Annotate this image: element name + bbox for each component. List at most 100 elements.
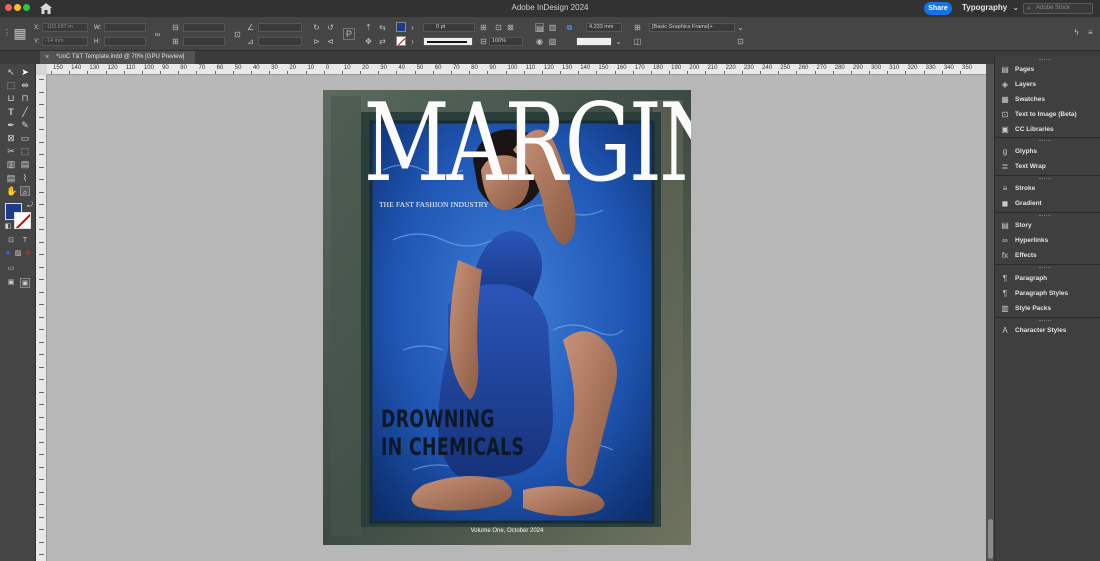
panel-group-grip[interactable]: [1039, 215, 1051, 217]
panel-item-effects[interactable]: fx Effects: [1000, 249, 1100, 263]
ruler-origin[interactable]: [36, 64, 47, 75]
stroke-menu-arrow-icon[interactable]: ›: [408, 37, 417, 46]
apply-none-icon[interactable]: ⊘: [23, 249, 33, 259]
selection-tool-icon[interactable]: ↖: [6, 67, 16, 77]
panel-group-grip[interactable]: [1039, 320, 1051, 322]
rotate-clockwise-icon[interactable]: ↻: [312, 23, 321, 32]
preview-mode-icon[interactable]: ▣: [20, 278, 30, 288]
align-left-icon[interactable]: ▤: [535, 23, 544, 33]
quick-apply-icon[interactable]: ϟ: [1072, 28, 1081, 37]
gap-tool-icon[interactable]: ⧉: [565, 23, 574, 32]
x-position-field[interactable]: -103.687 m: [42, 23, 88, 32]
cover-tagline[interactable]: THE FAST FASHION INDUSTRY: [379, 200, 489, 209]
select-previous-object-icon[interactable]: ⇆: [378, 23, 387, 32]
panel-item-character-styles[interactable]: A Character Styles: [1000, 324, 1100, 338]
magazine-masthead[interactable]: MARGIN: [363, 90, 691, 204]
frame-fitting-icon[interactable]: ⊞: [479, 23, 488, 32]
vertical-ruler[interactable]: [36, 75, 47, 561]
panel-item-cc-libraries[interactable]: ▣ CC Libraries: [1000, 123, 1100, 137]
fill-menu-arrow-icon[interactable]: ›: [408, 23, 417, 32]
panel-item-text-wrap[interactable]: ≣ Text Wrap: [1000, 160, 1100, 174]
normal-mode-icon[interactable]: ▣: [6, 278, 16, 288]
gap-tool-icon[interactable]: ⇹: [20, 80, 30, 90]
constrain-proportions-icon[interactable]: ∞: [153, 30, 162, 39]
swap-colors-icon[interactable]: ⤾: [25, 201, 35, 211]
panel-group-grip[interactable]: [1039, 178, 1051, 180]
gap-field[interactable]: 4.233 mm: [586, 23, 622, 32]
reference-point-icon[interactable]: ⋮: [3, 28, 11, 37]
width-field[interactable]: [104, 23, 146, 32]
panel-group-grip[interactable]: [1039, 267, 1051, 269]
stroke-color-swatch[interactable]: [14, 212, 31, 229]
stroke-type-dropdown[interactable]: [423, 37, 473, 46]
lock-icon[interactable]: ⊡: [233, 30, 242, 39]
panel-group-grip[interactable]: [1039, 59, 1051, 61]
corner-shape-dropdown-icon[interactable]: ⌄: [614, 37, 623, 46]
zoom-tool-icon[interactable]: ⌕: [20, 186, 30, 197]
reference-point-grid-icon[interactable]: ▦: [12, 25, 28, 41]
scale-y-field[interactable]: [183, 37, 225, 46]
formatting-text-icon[interactable]: T: [20, 236, 30, 246]
direct-selection-tool-icon[interactable]: ➤: [20, 67, 30, 77]
panel-item-gradient[interactable]: ◼ Gradient: [1000, 197, 1100, 211]
control-panel-menu-icon[interactable]: ≡: [1086, 28, 1095, 37]
horizontal-ruler[interactable]: 150 140 130 120 110 100 90 80 70 60 50 40 30 20 10 0 10 2…: [47, 64, 986, 75]
rectangle-frame-tool-icon[interactable]: ⊠: [6, 133, 16, 143]
panel-item-glyphs[interactable]: ɡ Glyphs: [1000, 145, 1100, 159]
gradient-feather-tool-icon[interactable]: ▤: [20, 159, 30, 169]
panel-item-pages[interactable]: ▤ Pages: [1000, 63, 1100, 77]
eyedropper-tool-icon[interactable]: ⌇: [20, 173, 30, 183]
select-content-icon[interactable]: ✥: [364, 37, 373, 46]
panel-item-paragraph[interactable]: ¶ Paragraph: [1000, 272, 1100, 286]
apply-color-icon[interactable]: ■: [3, 249, 13, 259]
apply-gradient-icon[interactable]: ▨: [13, 249, 23, 259]
corner-shape-field[interactable]: [576, 37, 612, 46]
type-tool-icon[interactable]: T: [6, 107, 16, 117]
line-tool-icon[interactable]: ╱: [20, 107, 30, 117]
panel-item-stroke[interactable]: ≡ Stroke: [1000, 182, 1100, 196]
issue-info[interactable]: Volume One, October 2024: [323, 528, 691, 534]
default-colors-icon[interactable]: ◧: [3, 222, 13, 232]
link-gap-icon[interactable]: ⊞: [633, 23, 642, 32]
panel-item-hyperlinks[interactable]: ∞ Hyperlinks: [1000, 234, 1100, 248]
panel-item-style-packs[interactable]: ▥ Style Packs: [1000, 302, 1100, 316]
fit-content-icon[interactable]: ⊡: [494, 23, 503, 32]
panel-item-layers[interactable]: ◈ Layers: [1000, 78, 1100, 92]
clear-overrides-icon[interactable]: ⊡: [736, 37, 745, 46]
shear-angle-field[interactable]: [258, 37, 302, 46]
content-placer-tool-icon[interactable]: ⊓: [20, 93, 30, 103]
select-container-icon[interactable]: ⇡: [364, 23, 373, 32]
panel-item-story[interactable]: ▤ Story: [1000, 219, 1100, 233]
pencil-tool-icon[interactable]: ✎: [20, 120, 30, 130]
panel-item-text-to-image-beta[interactable]: ⊡ Text to Image (Beta): [1000, 108, 1100, 122]
align-center-icon[interactable]: ▥: [548, 23, 557, 32]
vertical-scrollbar[interactable]: [986, 64, 994, 561]
rectangle-tool-icon[interactable]: ▭: [20, 133, 30, 143]
object-style-dropdown-icon[interactable]: ⌄: [736, 23, 745, 32]
rotate-angle-field[interactable]: [258, 23, 302, 32]
cover-headline[interactable]: DROWNING IN CHEMICALS: [381, 405, 524, 461]
pen-tool-icon[interactable]: ✒: [6, 120, 16, 130]
drop-shadow-icon[interactable]: ◫: [633, 37, 642, 46]
scale-x-field[interactable]: [183, 23, 225, 32]
content-collector-tool-icon[interactable]: ⊔: [6, 93, 16, 103]
note-tool-icon[interactable]: ▤: [6, 173, 16, 183]
panel-item-swatches[interactable]: ▦ Swatches: [1000, 93, 1100, 107]
y-position-field[interactable]: -14 mm: [42, 37, 88, 46]
rotate-counterclockwise-icon[interactable]: ↺: [326, 23, 335, 32]
pasteboard[interactable]: MARGIN THE FAST FASHION INDUSTRY DROWNIN…: [47, 75, 986, 561]
hand-tool-icon[interactable]: ✋: [6, 186, 17, 196]
workspace-switcher[interactable]: Typography ⌄: [962, 3, 1019, 12]
gradient-swatch-tool-icon[interactable]: ▥: [6, 159, 16, 169]
close-icon[interactable]: ×: [45, 51, 49, 64]
stroke-swatch[interactable]: [396, 36, 406, 46]
flip-vertical-icon[interactable]: ⊲: [326, 37, 335, 46]
scale-percent-field[interactable]: 100%: [489, 37, 523, 46]
scissors-tool-icon[interactable]: ✂: [6, 146, 16, 156]
screen-mode-icon[interactable]: ▭: [6, 264, 16, 274]
auto-fit-icon[interactable]: ◉: [535, 37, 544, 46]
formatting-container-icon[interactable]: ⊡: [6, 236, 16, 246]
share-button[interactable]: Share: [924, 2, 952, 15]
panel-group-grip[interactable]: [1039, 140, 1051, 142]
height-field[interactable]: [104, 37, 146, 46]
